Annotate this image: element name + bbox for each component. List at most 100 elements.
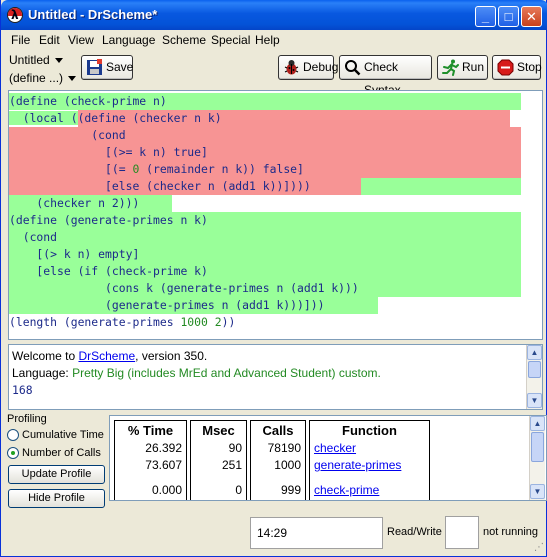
code-line: (define (generate-primes n k) [9, 212, 521, 229]
column-calls: Calls 78190 1000 999 [250, 420, 306, 500]
file-choice[interactable]: Untitled [9, 53, 63, 67]
table-cell: 26.392 [145, 441, 182, 455]
stop-button[interactable]: Stop [492, 55, 542, 80]
cursor-position: 14:29 [257, 526, 288, 540]
menu-language[interactable]: Language [102, 33, 155, 47]
profile-scrollbar[interactable]: ▲ ▼ [529, 416, 545, 500]
code-segment: [else (checker n (add1 k))]))) [9, 178, 361, 195]
definitions-editor[interactable]: (define (check-prime n) (local ((define … [8, 90, 543, 340]
gc-indicator [445, 516, 479, 549]
define-choice-label: (define ...) [9, 71, 64, 85]
stop-label: Stop [517, 60, 542, 74]
cursor-position-box: 14:29 [250, 517, 383, 549]
profile-panel: Profiling Cumulative Time Number of Call… [1, 410, 547, 508]
code-line: (define (check-prime n) [9, 93, 521, 110]
code-line: [else (checker n (add1 k))]))) [9, 178, 521, 195]
scroll-up-icon[interactable]: ▲ [530, 416, 545, 431]
column-msec: Msec 90 251 0 [190, 420, 247, 500]
code-segment: (local ( [9, 111, 78, 125]
code-line: (length (generate-primes 1000 2)) [9, 315, 236, 329]
bug-icon [284, 60, 299, 75]
file-choice-label: Untitled [9, 53, 50, 67]
menu-view[interactable]: View [68, 33, 94, 47]
menu-help[interactable]: Help [255, 33, 280, 47]
drscheme-link[interactable]: DrScheme [78, 349, 135, 363]
repl-scrollbar[interactable]: ▲ ▼ [526, 345, 542, 409]
resize-grip-icon[interactable]: ⋰ [534, 542, 544, 553]
table-cell: 1000 [274, 458, 301, 472]
run-button[interactable]: Run [437, 55, 488, 80]
debug-button[interactable]: Debug [278, 55, 338, 80]
column-header: Calls [262, 423, 294, 438]
result-value: 168 [12, 383, 33, 397]
scroll-thumb[interactable] [528, 361, 541, 378]
scroll-thumb[interactable] [531, 432, 544, 462]
column-header: % Time [127, 423, 174, 438]
table-cell: 78190 [267, 441, 301, 455]
menu-file[interactable]: File [11, 33, 30, 47]
running-man-icon [442, 59, 459, 76]
welcome-line: Welcome to DrScheme, version 350. [12, 348, 207, 365]
table-cell: 90 [228, 441, 242, 455]
menu-edit[interactable]: Edit [39, 33, 60, 47]
table-cell: 73.607 [145, 458, 182, 472]
maximize-button[interactable]: □ [498, 6, 519, 27]
status-bar: 14:29 Read/Write not running ⋰ [1, 512, 547, 557]
code-line: (cond [9, 229, 521, 246]
minimize-button[interactable]: _ [475, 6, 496, 27]
profile-table: % Time 26.392 73.607 0.000 Msec 90 251 0… [109, 415, 547, 501]
menu-scheme[interactable]: Scheme [162, 33, 206, 47]
column-function: Function checker generate-primes check-p… [309, 420, 430, 500]
magnifier-icon [345, 60, 361, 76]
radio-cumulative-time[interactable]: Cumulative Time [7, 429, 104, 442]
hide-profile-button[interactable]: Hide Profile [8, 489, 105, 508]
stop-sign-icon [497, 59, 514, 76]
drscheme-logo-icon: λ [7, 7, 23, 23]
table-cell: 251 [221, 458, 242, 472]
scroll-down-icon[interactable]: ▼ [530, 484, 545, 499]
save-button[interactable]: Save [81, 55, 133, 80]
language-value: Pretty Big (includes MrEd and Advanced S… [72, 366, 381, 380]
radio-circle-icon [7, 429, 19, 442]
scroll-up-icon[interactable]: ▲ [527, 345, 542, 360]
radio-number-of-calls[interactable]: Number of Calls [7, 447, 101, 460]
running-status: not running [483, 526, 539, 538]
language-line: Language: Pretty Big (includes MrEd and … [12, 365, 381, 382]
title-bar[interactable]: λ Untitled - DrScheme* _ □ ✕ [1, 0, 547, 30]
radio-circle-icon [7, 447, 19, 460]
floppy-disk-icon [87, 59, 102, 75]
close-button[interactable]: ✕ [521, 6, 542, 27]
welcome-prefix: Welcome to [12, 349, 79, 363]
debug-label: Debug [303, 60, 339, 74]
code-segment: (define (checker n k) [77, 110, 510, 127]
code-line: (checker n 2))) [9, 195, 172, 212]
radio-label: Number of Calls [22, 447, 101, 459]
save-label: Save [106, 60, 134, 74]
check-syntax-button[interactable]: Check Syntax [339, 55, 432, 97]
code-line: [else (if (check-prime k) [9, 263, 521, 280]
radio-label: Cumulative Time [22, 429, 104, 441]
code-line: (cons k (generate-primes n (add1 k))) [9, 280, 521, 297]
function-link[interactable]: check-prime [310, 482, 429, 499]
table-cell: 0.000 [151, 483, 182, 497]
code-line: [(> k n) empty] [9, 246, 521, 263]
chevron-down-icon [54, 58, 63, 64]
update-profile-button[interactable]: Update Profile [8, 465, 105, 484]
code-line: (generate-primes n (add1 k)))])) [9, 297, 378, 314]
column-header: Msec [202, 423, 235, 438]
code-line: (cond [9, 127, 521, 144]
function-link[interactable]: checker [310, 440, 429, 457]
code-line: [(>= k n) true] [9, 144, 521, 161]
define-choice[interactable]: (define ...) [9, 71, 77, 85]
window-title: Untitled - DrScheme* [28, 7, 158, 22]
interactions-pane[interactable]: Welcome to DrScheme, version 350. Langua… [8, 344, 543, 410]
menu-special[interactable]: Special [211, 33, 250, 47]
read-write-mode: Read/Write [387, 526, 442, 538]
menu-bar: File Edit View Language Scheme Special H… [1, 30, 547, 50]
scroll-down-icon[interactable]: ▼ [527, 393, 542, 408]
drscheme-window: λ Untitled - DrScheme* _ □ ✕ File Edit V… [0, 0, 547, 557]
function-link[interactable]: generate-primes [310, 457, 429, 474]
column-time: % Time 26.392 73.607 0.000 [114, 420, 187, 500]
code-line: [(= 0 (remainder n k)) false] [9, 161, 521, 178]
run-label: Run [462, 60, 485, 74]
